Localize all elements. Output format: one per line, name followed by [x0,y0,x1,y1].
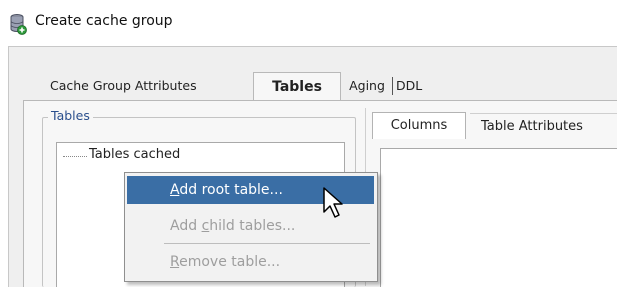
subtab-columns[interactable]: Columns [372,112,466,139]
window-title: Create cache group [35,13,173,29]
tables-group-label: Tables [48,108,93,123]
tab-ddl[interactable]: DDL [396,73,436,99]
tab-cache-group-attributes[interactable]: Cache Group Attributes [40,73,245,99]
mouse-cursor-icon [323,187,343,218]
tab-aging[interactable]: Aging [343,73,391,99]
tab-separator [392,77,393,95]
tree-item-tables-cached[interactable]: Tables cached [89,147,180,162]
subtab-table-attributes[interactable]: Table Attributes [470,113,617,138]
tree-connector [63,156,87,157]
menu-separator [164,243,370,244]
database-add-icon [10,14,27,35]
columns-list [380,148,617,287]
tab-tables[interactable]: Tables [253,72,341,101]
menu-item-remove-table[interactable]: Remove table... [127,248,374,276]
